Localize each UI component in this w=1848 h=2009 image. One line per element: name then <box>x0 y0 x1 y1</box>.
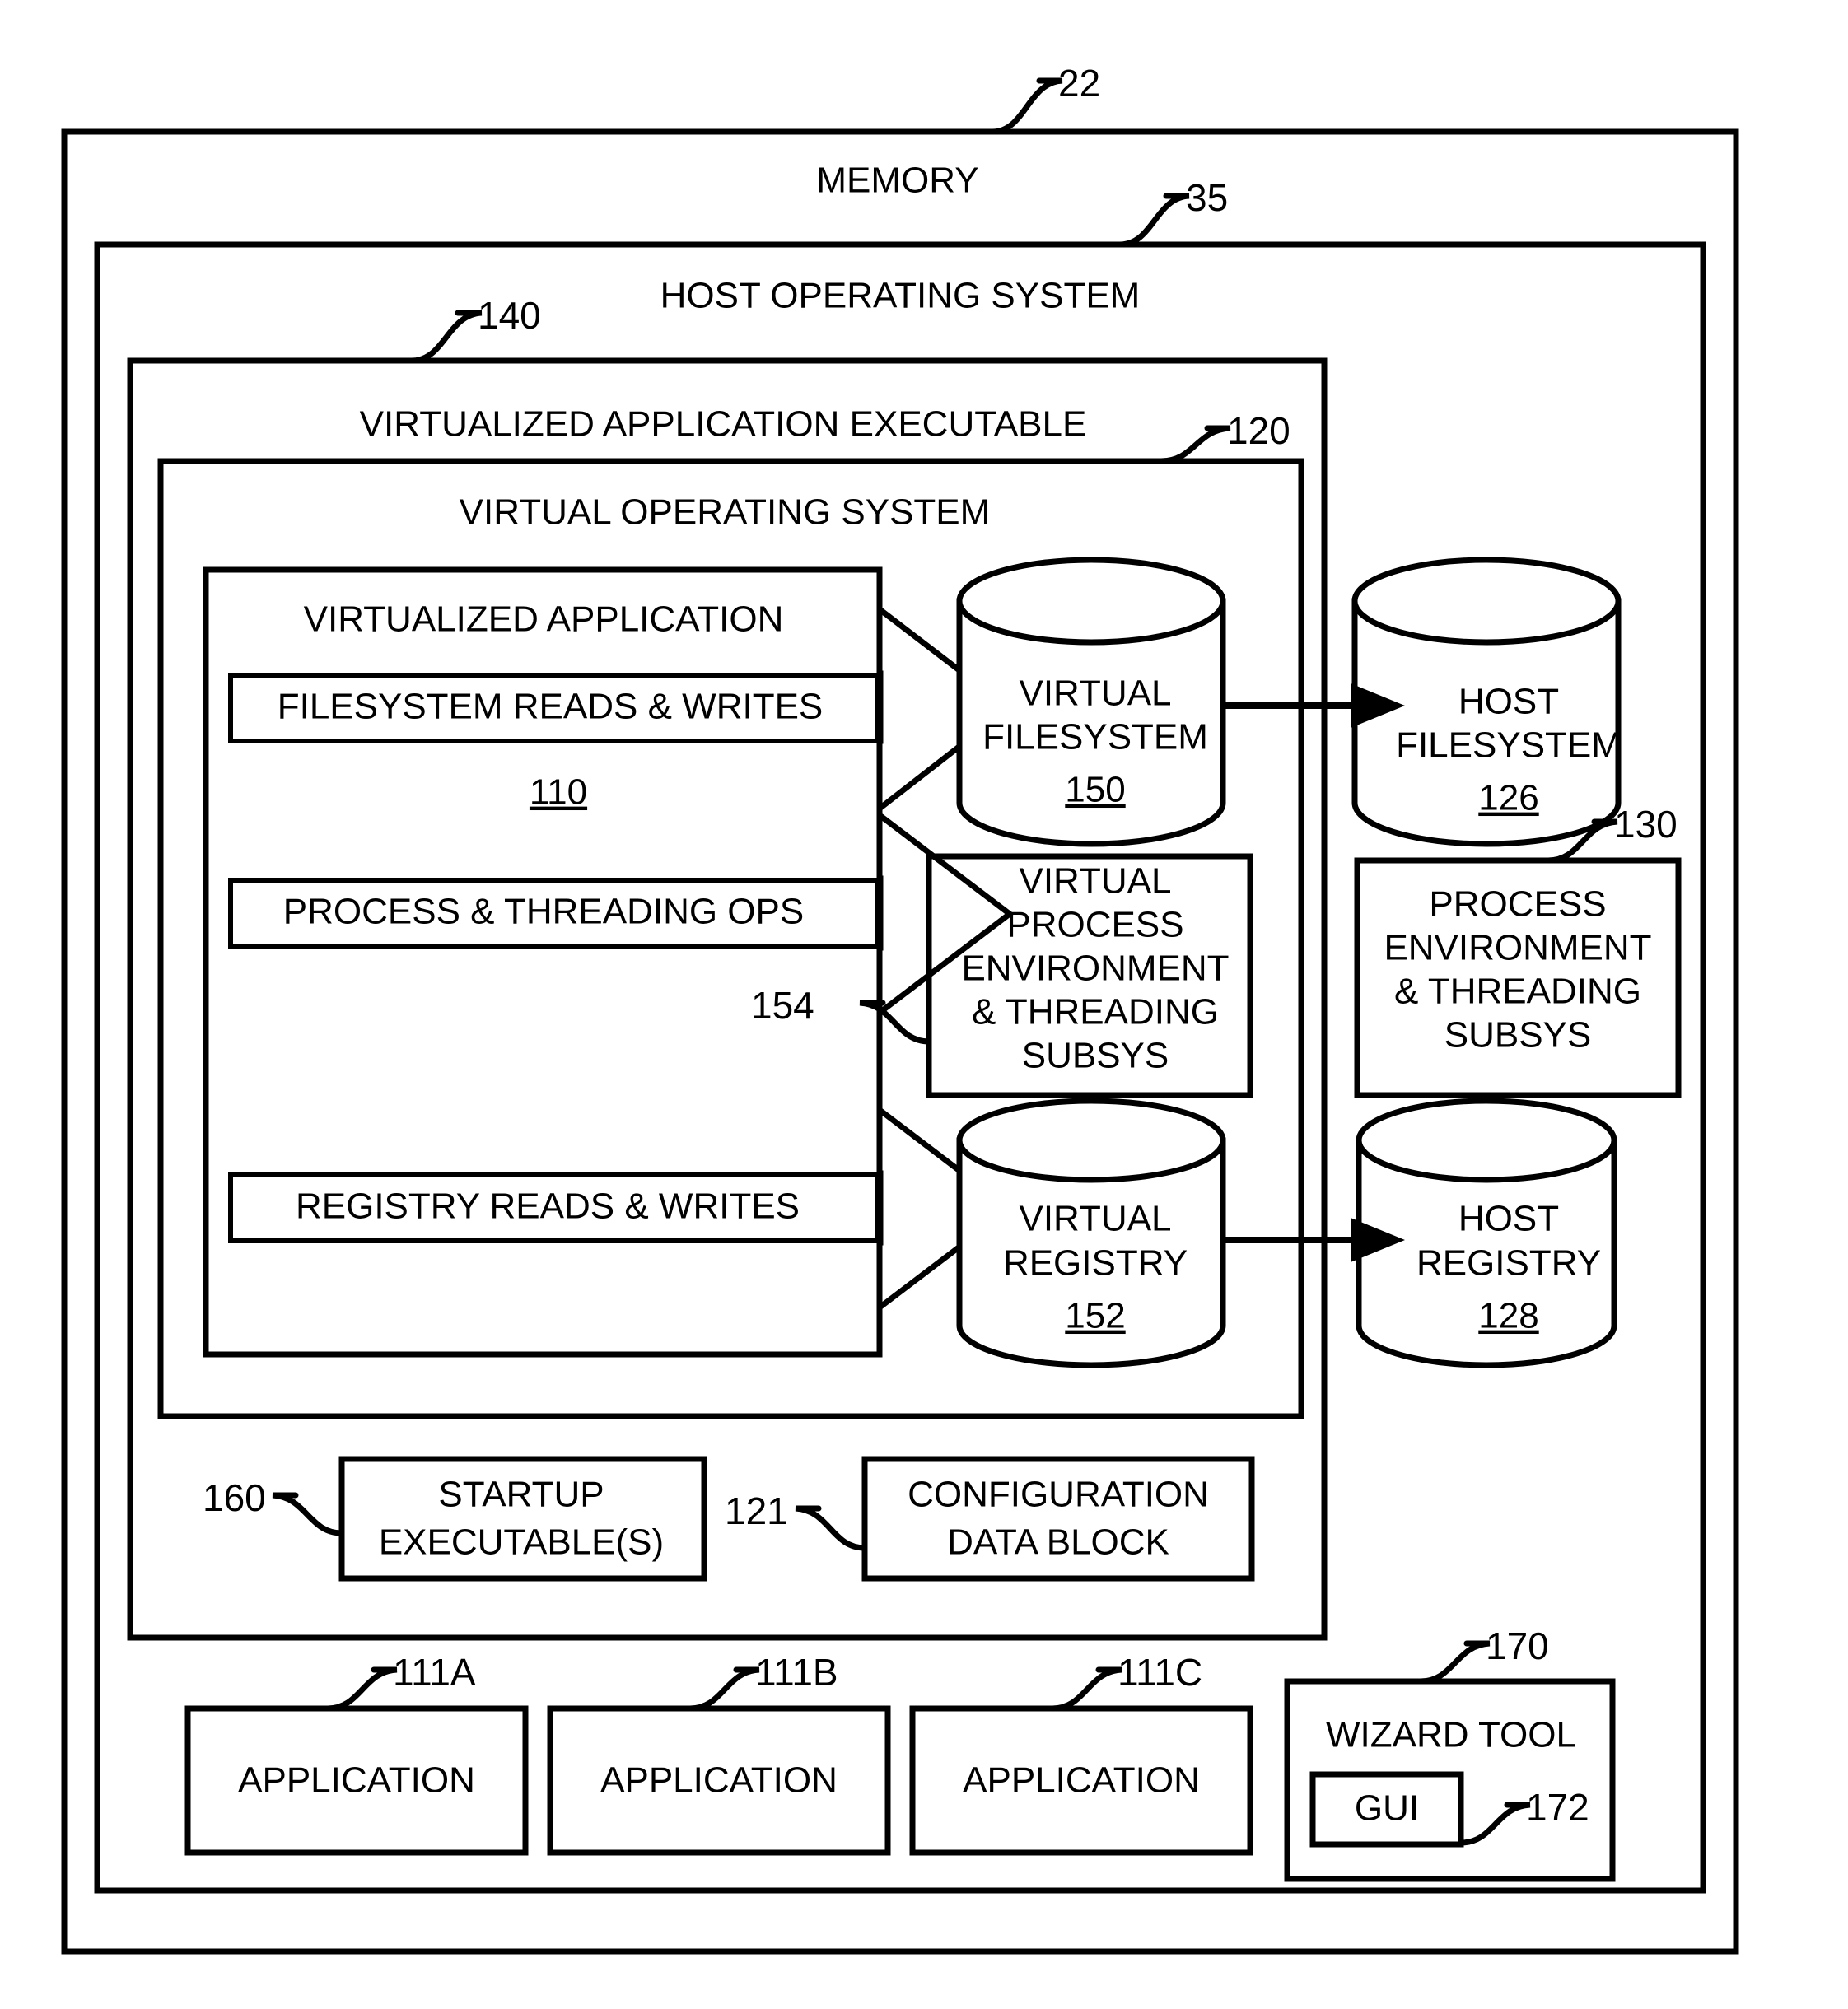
application-c-leader-line <box>1049 1666 1122 1712</box>
configuration-data-block-leader-line <box>795 1505 868 1551</box>
virtual-process-env-line1: VIRTUAL <box>1019 861 1171 902</box>
vos-title: VIRTUAL OPERATING SYSTEM <box>460 492 991 533</box>
virtual-registry-line2: REGISTRY <box>1003 1243 1188 1284</box>
host-process-env-ref: 130 <box>1614 803 1678 846</box>
host-filesystem-line2: FILESYSTEM <box>1396 725 1622 766</box>
host-process-env-line1: PROCESS <box>1429 884 1606 925</box>
virtual-process-env-line3: ENVIRONMENT <box>961 949 1229 989</box>
virtualized-application-title: VIRTUALIZED APPLICATION <box>304 599 784 640</box>
host-filesystem-line1: HOST <box>1458 682 1559 722</box>
virtual-process-env-line5: SUBSYS <box>1022 1036 1169 1076</box>
application-label-c: APPLICATION <box>963 1760 1200 1801</box>
memory-leader-line <box>989 77 1063 135</box>
virtual-filesystem-line1: VIRTUAL <box>1019 674 1171 714</box>
startup-executables-line1: STARTUP <box>438 1475 604 1515</box>
application-label-b: APPLICATION <box>600 1760 838 1801</box>
host-registry-line1: HOST <box>1458 1199 1559 1239</box>
application-c-ref: 111C <box>1118 1651 1202 1694</box>
vae-ref: 140 <box>478 294 541 337</box>
patent-figure-page: 22 MEMORY 35 HOST OPERATING SYSTEM 140 V… <box>0 0 1848 2009</box>
host-process-env-line3: & THREADING <box>1394 972 1641 1012</box>
wizard-tool-gui-ref: 172 <box>1526 1786 1589 1829</box>
startup-executables-leader-line <box>272 1492 345 1536</box>
vos-ref: 120 <box>1227 409 1290 452</box>
host-os-title: HOST OPERATING SYSTEM <box>660 276 1141 316</box>
startup-executables-line2: EXECUTABLE(S) <box>379 1522 664 1563</box>
filesystem-ops-label: FILESYSTEM READS & WRITES <box>278 687 824 727</box>
virtual-process-env-line4: & THREADING <box>972 992 1219 1032</box>
virtual-process-env-leader-line <box>859 1000 932 1045</box>
vos-leader-line <box>1158 425 1231 464</box>
registry-ops-label: REGISTRY READS & WRITES <box>296 1186 800 1227</box>
wizard-tool-gui-leader-line <box>1458 1802 1531 1846</box>
application-label-a: APPLICATION <box>238 1760 475 1801</box>
host-filesystem-ref: 126 <box>1478 778 1538 818</box>
virtual-process-env-line2: PROCESS <box>1006 905 1183 945</box>
vae-title: VIRTUALIZED APPLICATION EXECUTABLE <box>360 404 1087 445</box>
application-b-ref: 111B <box>755 1651 838 1694</box>
host-registry-line2: REGISTRY <box>1416 1243 1601 1284</box>
wizard-tool-box <box>1284 1678 1616 1882</box>
configuration-data-block-line1: CONFIGURATION <box>908 1475 1209 1515</box>
application-b-leader-line <box>687 1666 760 1712</box>
virtualized-application-ref: 110 <box>530 772 587 813</box>
wizard-tool-ref: 170 <box>1486 1624 1549 1667</box>
virtual-registry-ref: 152 <box>1065 1296 1125 1336</box>
wizard-tool-gui-label: GUI <box>1355 1788 1419 1829</box>
virtual-registry-line1: VIRTUAL <box>1019 1199 1171 1239</box>
application-a-ref: 111A <box>393 1651 476 1694</box>
application-a-leader-line <box>324 1666 398 1712</box>
memory-title: MEMORY <box>816 161 978 201</box>
host-os-ref: 35 <box>1186 176 1228 219</box>
host-registry-ref: 128 <box>1478 1296 1538 1336</box>
virtual-filesystem-line2: FILESYSTEM <box>982 717 1208 757</box>
memory-ref: 22 <box>1058 62 1100 105</box>
host-process-env-line4: SUBSYS <box>1444 1015 1592 1056</box>
virtual-process-env-ref: 154 <box>751 984 814 1027</box>
host-os-leader-line <box>1117 193 1190 248</box>
configuration-data-block-ref: 121 <box>725 1489 788 1532</box>
vae-leader-line <box>408 310 483 364</box>
wizard-tool-title: WIZARD TOOL <box>1326 1715 1576 1755</box>
startup-executables-ref: 160 <box>203 1476 266 1519</box>
process-threading-ops-label: PROCESS & THREADING OPS <box>283 892 804 932</box>
wizard-tool-leader-line <box>1417 1640 1491 1685</box>
virtual-filesystem-ref: 150 <box>1065 770 1125 810</box>
host-process-env-line2: ENVIRONMENT <box>1384 928 1651 968</box>
configuration-data-block-line2: DATA BLOCK <box>947 1522 1169 1563</box>
